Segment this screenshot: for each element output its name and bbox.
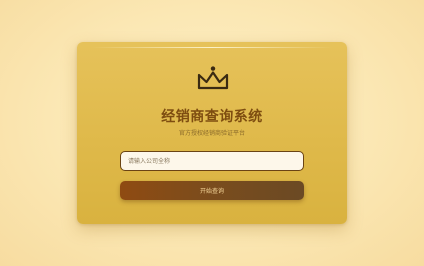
card-highlight-line (91, 47, 333, 48)
login-card: 经销商查询系统 官方授权经销商验证平台 开始查询 (77, 42, 347, 224)
page-title: 经销商查询系统 (161, 109, 263, 125)
company-name-input[interactable] (120, 151, 304, 171)
page-subtitle: 官方授权经销商验证平台 (178, 130, 245, 137)
crown-icon (197, 66, 229, 90)
start-query-button[interactable]: 开始查询 (120, 181, 304, 200)
